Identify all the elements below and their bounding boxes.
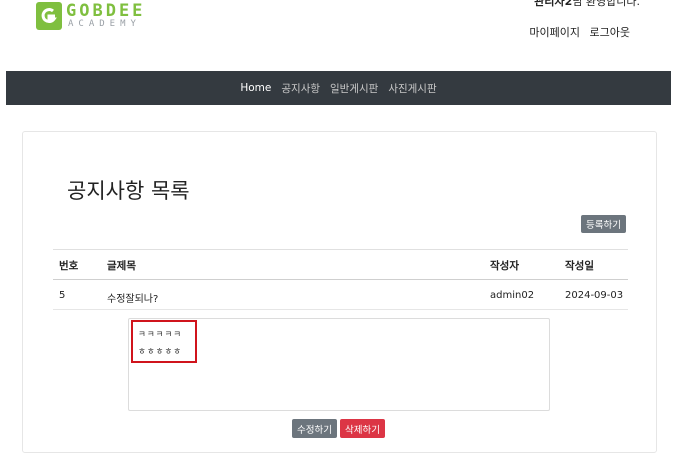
welcome-username: 관리자2 <box>534 0 573 8</box>
column-header-title: 글제목 <box>107 260 136 272</box>
nav-home[interactable]: Home <box>240 82 271 94</box>
nav-general-board[interactable]: 일반게시판 <box>330 81 378 96</box>
welcome-message: 관리자2님 환영합니다. <box>534 0 640 9</box>
logo-mark-icon <box>36 2 62 30</box>
page-title: 공지사항 목록 <box>67 179 190 203</box>
row-author: admin02 <box>490 290 535 301</box>
register-button[interactable]: 등록하기 <box>581 215 626 233</box>
highlight-annotation-box <box>131 320 197 363</box>
logo-title: GOBDEE <box>66 1 146 21</box>
delete-button[interactable]: 삭제하기 <box>340 419 385 438</box>
table-top-divider <box>53 249 628 250</box>
logo-subtitle: ACADEMY <box>68 19 141 29</box>
column-header-author: 작성자 <box>490 260 519 272</box>
user-links: 마이페이지 로그아웃 <box>523 24 630 40</box>
edit-button[interactable]: 수정하기 <box>292 419 337 438</box>
nav-photo-board[interactable]: 사진게시판 <box>388 81 436 96</box>
row-date: 2024-09-03 <box>565 290 624 301</box>
logout-link[interactable]: 로그아웃 <box>590 26 630 39</box>
row-number: 5 <box>59 290 66 301</box>
column-header-number: 번호 <box>59 260 79 272</box>
row-title[interactable]: 수정잘되나? <box>107 290 158 305</box>
column-header-date: 작성일 <box>565 260 594 272</box>
table-header-divider <box>53 279 628 280</box>
navbar: Home 공지사항 일반게시판 사진게시판 <box>6 71 671 105</box>
table-bottom-divider <box>53 309 628 310</box>
logo[interactable]: GOBDEE ACADEMY <box>36 1 146 32</box>
nav-notice[interactable]: 공지사항 <box>281 81 320 96</box>
welcome-suffix: 님 환영합니다. <box>572 0 640 8</box>
mypage-link[interactable]: 마이페이지 <box>529 26 580 39</box>
